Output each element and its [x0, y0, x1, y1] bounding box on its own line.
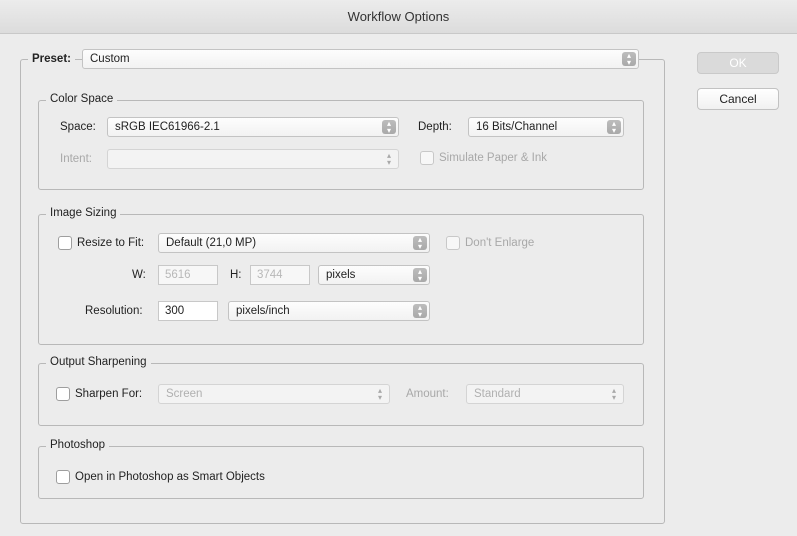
output-sharpening-title: Output Sharpening [46, 355, 151, 369]
ok-button[interactable]: OK [697, 52, 779, 74]
color-space-title: Color Space [46, 92, 118, 106]
depth-label: Depth: [418, 121, 452, 133]
height-field[interactable]: 3744 [250, 265, 310, 285]
space-value: sRGB IEC61966-2.1 [115, 121, 220, 133]
popup-arrows-icon: ▴ ▾ [386, 151, 391, 167]
resize-to-fit-label: Resize to Fit: [77, 237, 145, 249]
smart-objects-label: Open in Photoshop as Smart Objects [75, 471, 265, 483]
dialog-body: Preset: Custom ▴ ▾ OK Cancel Color Space … [0, 34, 797, 536]
size-units-value: pixels [326, 269, 356, 281]
amount-value: Standard [474, 388, 521, 400]
space-popup[interactable]: sRGB IEC61966-2.1 ▴ ▾ [107, 117, 399, 137]
image-sizing-title: Image Sizing [46, 206, 121, 220]
intent-label: Intent: [60, 153, 92, 165]
sharpen-for-label: Sharpen For: [75, 388, 143, 400]
popup-arrows-icon: ▴ ▾ [413, 304, 427, 319]
cancel-button[interactable]: Cancel [697, 88, 779, 110]
smart-objects-checkbox[interactable] [56, 470, 70, 484]
color-space-group [38, 100, 644, 190]
popup-arrows-icon: ▴ ▾ [382, 120, 396, 135]
simulate-paper-label: Simulate Paper & Ink [439, 152, 548, 164]
resolution-units-popup[interactable]: pixels/inch ▴ ▾ [228, 301, 430, 321]
preset-label: Preset: [28, 52, 75, 66]
popup-arrows-icon: ▴ ▾ [607, 120, 621, 135]
width-field[interactable]: 5616 [158, 265, 218, 285]
photoshop-title: Photoshop [46, 438, 109, 452]
window-title: Workflow Options [0, 0, 797, 34]
sharpen-for-popup[interactable]: Screen ▴ ▾ [158, 384, 390, 404]
intent-popup[interactable]: ▴ ▾ [107, 149, 399, 169]
simulate-paper-checkbox[interactable] [420, 151, 434, 165]
depth-popup[interactable]: 16 Bits/Channel ▴ ▾ [468, 117, 624, 137]
width-label: W: [132, 269, 146, 281]
resolution-field[interactable]: 300 [158, 301, 218, 321]
preset-popup[interactable]: Custom ▴ ▾ [82, 49, 639, 69]
resolution-label: Resolution: [85, 305, 143, 317]
amount-popup[interactable]: Standard ▴ ▾ [466, 384, 624, 404]
resize-to-fit-checkbox[interactable] [58, 236, 72, 250]
sharpen-for-value: Screen [166, 388, 203, 400]
popup-arrows-icon: ▴ ▾ [611, 386, 616, 402]
space-label: Space: [60, 121, 96, 133]
sharpen-for-checkbox[interactable] [56, 387, 70, 401]
resize-popup[interactable]: Default (21,0 MP) ▴ ▾ [158, 233, 430, 253]
dont-enlarge-checkbox[interactable] [446, 236, 460, 250]
dont-enlarge-label: Don't Enlarge [465, 237, 535, 249]
height-label: H: [230, 269, 242, 281]
popup-arrows-icon: ▴ ▾ [413, 268, 427, 283]
popup-arrows-icon: ▴ ▾ [377, 386, 382, 402]
resize-value: Default (21,0 MP) [166, 237, 257, 249]
amount-label: Amount: [406, 388, 449, 400]
popup-arrows-icon: ▴ ▾ [413, 236, 427, 251]
resolution-units-value: pixels/inch [236, 305, 290, 317]
size-units-popup[interactable]: pixels ▴ ▾ [318, 265, 430, 285]
preset-value: Custom [90, 53, 130, 65]
depth-value: 16 Bits/Channel [476, 121, 558, 133]
popup-arrows-icon: ▴ ▾ [622, 52, 636, 67]
